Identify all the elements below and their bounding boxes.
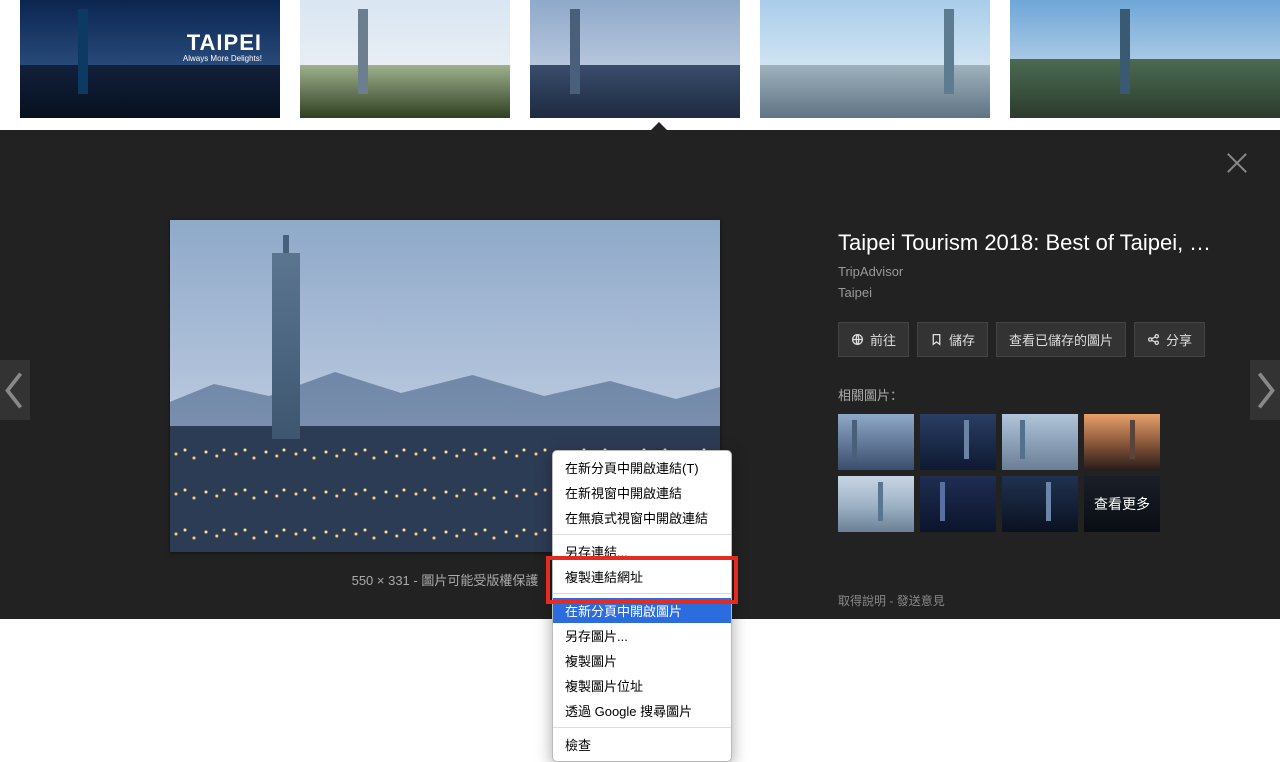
related-images-grid: 查看更多	[838, 414, 1220, 532]
thumb-4[interactable]	[760, 0, 990, 118]
taipei-101-icon	[570, 9, 580, 94]
related-images-label: 相關圖片：	[838, 385, 1220, 404]
prev-image-button[interactable]	[0, 360, 30, 420]
related-image-1[interactable]	[838, 414, 914, 470]
thumb-image	[300, 0, 510, 118]
taipei-101-icon	[1120, 9, 1130, 94]
footer-links: 取得說明 - 發送意見	[838, 592, 945, 609]
footer-separator: -	[889, 594, 896, 608]
image-title[interactable]: Taipei Tourism 2018: Best of Taipei, Tai…	[838, 230, 1220, 256]
action-buttons: 前往 儲存 查看已儲存的圖片 分享	[838, 322, 1220, 357]
thumb-image	[1010, 0, 1280, 118]
save-button-label: 儲存	[949, 330, 975, 349]
context-menu: 在新分頁中開啟連結(T) 在新視窗中開啟連結 在無痕式視窗中開啟連結 另存連結.…	[552, 450, 732, 762]
related-image-4[interactable]	[1084, 414, 1160, 470]
image-viewer-panel: 550 × 331 - 圖片可能受版權保護 在新分頁中開啟連結(T) 在新視窗中…	[0, 130, 1280, 619]
see-more-label: 查看更多	[1084, 476, 1160, 532]
bookmark-icon	[930, 333, 943, 346]
taipei-101-icon	[272, 253, 300, 439]
ctx-copy-image[interactable]: 複製圖片	[553, 648, 731, 673]
help-link[interactable]: 取得說明	[838, 594, 886, 608]
chevron-right-icon	[1250, 368, 1280, 413]
image-dimensions: 550 × 331	[352, 573, 410, 588]
ctx-open-link-new-tab[interactable]: 在新分頁中開啟連結(T)	[553, 455, 731, 480]
feedback-link[interactable]: 發送意見	[897, 594, 945, 608]
ctx-divider	[553, 593, 731, 594]
ctx-divider	[553, 727, 731, 728]
close-button[interactable]	[1224, 150, 1250, 176]
ctx-copy-image-address[interactable]: 複製圖片位址	[553, 673, 731, 698]
next-image-button[interactable]	[1250, 360, 1280, 420]
share-button-label: 分享	[1166, 330, 1192, 349]
related-see-more[interactable]: 查看更多	[1084, 476, 1160, 532]
taipei-101-icon	[78, 9, 88, 94]
ctx-save-link-as[interactable]: 另存連結...	[553, 539, 731, 564]
mountains-icon	[170, 366, 720, 426]
ctx-save-image-as[interactable]: 另存圖片...	[553, 623, 731, 648]
share-icon	[1147, 333, 1160, 346]
image-subject: Taipei	[838, 285, 1220, 300]
image-info-panel: Taipei Tourism 2018: Best of Taipei, Tai…	[838, 230, 1220, 532]
thumb-overlay-title: TAIPEI	[187, 30, 262, 56]
thumb-image	[760, 0, 990, 118]
search-result-thumbnails: TAIPEI Always More Delights!	[0, 0, 1280, 130]
taipei-101-icon	[944, 9, 954, 94]
thumb-3-selected[interactable]	[530, 0, 740, 118]
related-image-7[interactable]	[1002, 476, 1078, 532]
chevron-left-icon	[0, 368, 30, 413]
view-saved-button-label: 查看已儲存的圖片	[1009, 330, 1113, 349]
related-image-6[interactable]	[920, 476, 996, 532]
ctx-copy-link-address[interactable]: 複製連結網址	[553, 564, 731, 589]
visit-button-label: 前往	[870, 330, 896, 349]
image-source[interactable]: TripAdvisor	[838, 264, 1220, 279]
view-saved-button[interactable]: 查看已儲存的圖片	[996, 322, 1126, 357]
ctx-inspect[interactable]: 檢查	[553, 732, 731, 757]
ctx-open-link-new-window[interactable]: 在新視窗中開啟連結	[553, 480, 731, 505]
thumb-2[interactable]	[300, 0, 510, 118]
thumb-5[interactable]	[1010, 0, 1280, 118]
share-button[interactable]: 分享	[1134, 322, 1205, 357]
related-image-3[interactable]	[1002, 414, 1078, 470]
ctx-open-link-incognito[interactable]: 在無痕式視窗中開啟連結	[553, 505, 731, 530]
visit-button[interactable]: 前往	[838, 322, 909, 357]
ctx-open-image-new-tab[interactable]: 在新分頁中開啟圖片	[553, 598, 731, 623]
copyright-notice: 圖片可能受版權保護	[421, 573, 538, 588]
thumb-image	[530, 0, 740, 118]
taipei-101-icon	[358, 9, 368, 94]
ctx-search-google-image[interactable]: 透過 Google 搜尋圖片	[553, 698, 731, 723]
related-image-2[interactable]	[920, 414, 996, 470]
globe-icon	[851, 333, 864, 346]
related-image-5[interactable]	[838, 476, 914, 532]
ctx-divider	[553, 534, 731, 535]
thumb-overlay-subtitle: Always More Delights!	[183, 54, 262, 63]
thumb-1[interactable]: TAIPEI Always More Delights!	[20, 0, 280, 118]
save-button[interactable]: 儲存	[917, 322, 988, 357]
